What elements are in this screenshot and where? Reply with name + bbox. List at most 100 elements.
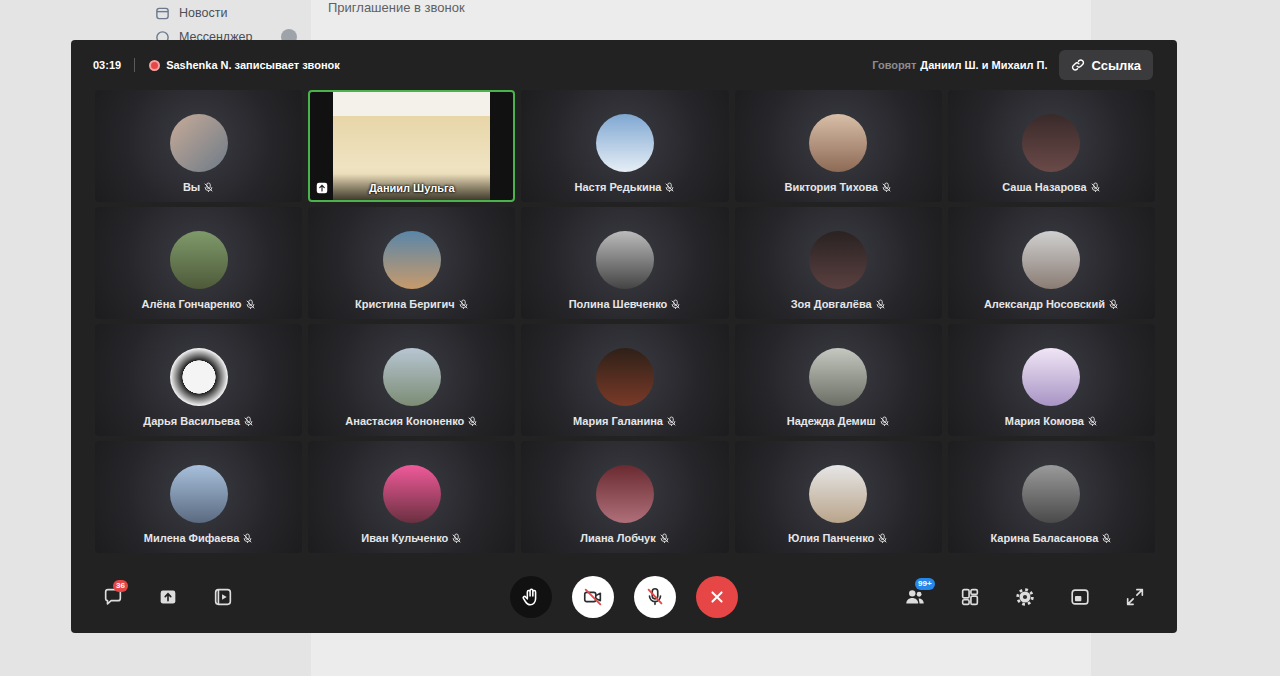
participant-tile[interactable]: Виктория Тихова — [735, 90, 942, 202]
mic-off-icon — [451, 533, 462, 544]
chat-badge: 36 — [113, 580, 128, 592]
participant-tile[interactable]: Мария Галанина — [521, 324, 728, 436]
mic-off-icon — [879, 416, 890, 427]
participant-tile[interactable]: Милена Фифаева — [95, 441, 302, 553]
participant-name: Кристина Беригич — [355, 298, 455, 310]
call-timer: 03:19 — [93, 59, 121, 71]
participant-tile[interactable]: Карина Баласанова — [948, 441, 1155, 553]
participant-avatar — [809, 114, 867, 172]
participant-name: Алёна Гончаренко — [142, 298, 242, 310]
share-screen-icon — [157, 586, 179, 608]
participant-tile[interactable]: Саша Назарова — [948, 90, 1155, 202]
participant-tile[interactable]: Дарья Васильева — [95, 324, 302, 436]
camera-off-icon — [582, 586, 604, 608]
mic-off-icon — [1090, 182, 1101, 193]
mic-off-icon — [242, 533, 253, 544]
hang-up-button[interactable] — [696, 576, 738, 618]
recording-status: Sashenka N. записывает звонок — [166, 59, 340, 71]
participant-name: Мария Комова — [1005, 415, 1084, 427]
participant-avatar — [1022, 231, 1080, 289]
play-icon — [212, 586, 234, 608]
participant-name: Дарья Васильева — [143, 415, 239, 427]
settings-button[interactable] — [1007, 579, 1043, 615]
participant-tile[interactable]: Лиана Лобчук — [521, 441, 728, 553]
participant-name: Юлия Панченко — [788, 532, 874, 544]
participant-tile[interactable]: Анастасия Кононенко — [308, 324, 515, 436]
screen-share-icon — [316, 182, 328, 194]
participant-avatar — [383, 231, 441, 289]
raise-hand-button[interactable] — [510, 576, 552, 618]
participant-name: Иван Кульченко — [361, 532, 448, 544]
participant-tile[interactable]: Кристина Беригич — [308, 207, 515, 319]
participant-tile[interactable]: Мария Комова — [948, 324, 1155, 436]
participant-tile[interactable]: Надежда Демиш — [735, 324, 942, 436]
speaking-names: Даниил Ш. и Михаил П. — [920, 59, 1047, 71]
participant-avatar — [383, 348, 441, 406]
hand-icon — [520, 586, 542, 608]
participant-avatar — [596, 114, 654, 172]
participant-avatar — [1022, 465, 1080, 523]
participant-avatar — [383, 465, 441, 523]
participant-tile[interactable]: Вы — [95, 90, 302, 202]
fullscreen-button[interactable] — [1117, 579, 1153, 615]
participant-tile[interactable]: Даниил Шульга — [308, 90, 515, 202]
participant-avatar — [596, 465, 654, 523]
mic-off-icon — [245, 299, 256, 310]
call-controls: 36 99+ — [71, 560, 1177, 633]
mic-off-icon — [1108, 299, 1119, 310]
participant-name: Виктория Тихова — [784, 181, 878, 193]
participant-avatar — [170, 348, 228, 406]
gear-icon — [1014, 586, 1036, 608]
layout-button[interactable] — [952, 579, 988, 615]
sidebar-item[interactable]: Новости — [155, 1, 297, 25]
mic-off-icon — [670, 299, 681, 310]
participant-avatar — [809, 465, 867, 523]
participant-tile[interactable]: Настя Редькина — [521, 90, 728, 202]
mic-off-icon — [644, 586, 666, 608]
participant-avatar — [809, 348, 867, 406]
participant-name: Настя Редькина — [574, 181, 661, 193]
camera-button[interactable] — [572, 576, 614, 618]
link-button[interactable]: Ссылка — [1059, 50, 1153, 80]
mic-off-icon — [875, 299, 886, 310]
participant-tile[interactable]: Юлия Панченко — [735, 441, 942, 553]
recording-icon — [149, 60, 160, 71]
mic-off-icon — [1101, 533, 1112, 544]
participant-name: Зоя Довгалёва — [791, 298, 872, 310]
call-window: 03:19 Sashenka N. записывает звонок Говоря… — [71, 40, 1177, 633]
divider — [134, 58, 135, 72]
participant-avatar — [809, 231, 867, 289]
participants-grid: Вы Даниил Шульга Настя Редькина Виктория Ти… — [71, 90, 1177, 560]
close-icon — [706, 586, 728, 608]
participant-name: Лиана Лобчук — [580, 532, 655, 544]
participant-tile[interactable]: Алёна Гончаренко — [95, 207, 302, 319]
participant-name: Даниил Шульга — [310, 182, 513, 194]
mic-off-icon — [877, 533, 888, 544]
speaking-label: Говорят — [872, 59, 916, 71]
picture-in-picture-icon — [1069, 586, 1091, 608]
participant-avatar — [596, 348, 654, 406]
participant-tile[interactable]: Зоя Довгалёва — [735, 207, 942, 319]
participant-name: Анастасия Кононенко — [345, 415, 464, 427]
participant-avatar — [170, 465, 228, 523]
participant-name: Надежда Демиш — [787, 415, 876, 427]
participant-name: Полина Шевченко — [569, 298, 668, 310]
vk-page: НовостиМессенджерПриглашение в звонок03:… — [0, 0, 1280, 676]
fullscreen-icon — [1124, 586, 1146, 608]
participant-name: Саша Назарова — [1002, 181, 1086, 193]
participant-tile[interactable]: Полина Шевченко — [521, 207, 728, 319]
participant-avatar — [170, 114, 228, 172]
media-button[interactable] — [205, 579, 241, 615]
participants-button[interactable]: 99+ — [897, 579, 933, 615]
participant-name: Мария Галанина — [573, 415, 663, 427]
participant-tile[interactable]: Иван Кульченко — [308, 441, 515, 553]
participant-avatar — [596, 231, 654, 289]
mic-button[interactable] — [634, 576, 676, 618]
share-screen-button[interactable] — [150, 579, 186, 615]
participant-avatar — [170, 231, 228, 289]
participant-tile[interactable]: Александр Носовский — [948, 207, 1155, 319]
chat-button[interactable]: 36 — [95, 579, 131, 615]
participant-avatar — [1022, 348, 1080, 406]
link-icon — [1071, 58, 1085, 72]
pip-button[interactable] — [1062, 579, 1098, 615]
